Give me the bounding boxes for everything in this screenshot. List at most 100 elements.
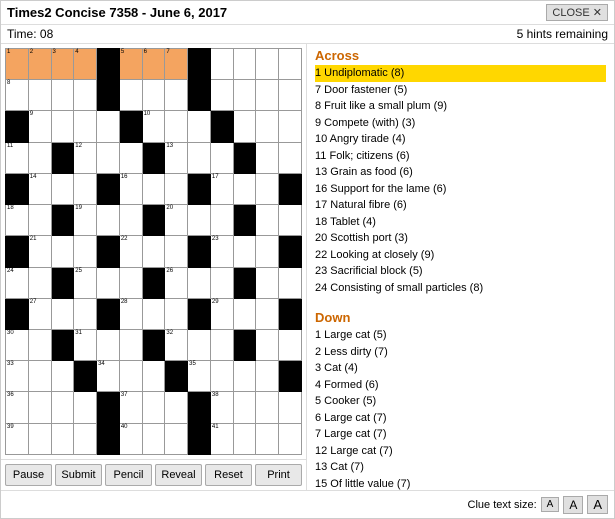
grid-cell[interactable] bbox=[97, 111, 120, 142]
grid-cell[interactable] bbox=[51, 173, 74, 204]
clue-item[interactable]: 7 Large cat (7) bbox=[315, 426, 606, 443]
grid-cell[interactable]: 12 bbox=[74, 142, 97, 173]
grid-cell[interactable]: 24 bbox=[6, 267, 29, 298]
grid-cell[interactable] bbox=[256, 392, 279, 423]
clue-item[interactable]: 13 Cat (7) bbox=[315, 459, 606, 476]
grid-cell[interactable]: 28 bbox=[119, 298, 142, 329]
grid-cell[interactable] bbox=[28, 329, 51, 360]
grid-cell[interactable] bbox=[97, 329, 120, 360]
clue-item[interactable]: 11 Folk; citizens (6) bbox=[315, 148, 606, 165]
grid-cell[interactable] bbox=[28, 392, 51, 423]
grid-cell[interactable]: 11 bbox=[6, 142, 29, 173]
grid-cell[interactable] bbox=[74, 423, 97, 454]
grid-cell[interactable]: 20 bbox=[165, 205, 188, 236]
grid-cell[interactable]: 40 bbox=[119, 423, 142, 454]
grid-cell[interactable] bbox=[142, 423, 165, 454]
clue-item[interactable]: 3 Cat (4) bbox=[315, 360, 606, 377]
clue-item[interactable]: 1 Large cat (5) bbox=[315, 327, 606, 344]
grid-cell[interactable]: 19 bbox=[74, 205, 97, 236]
grid-cell[interactable] bbox=[97, 267, 120, 298]
grid-cell[interactable] bbox=[51, 298, 74, 329]
grid-cell[interactable] bbox=[188, 267, 211, 298]
grid-cell[interactable]: 36 bbox=[6, 392, 29, 423]
grid-cell[interactable] bbox=[165, 392, 188, 423]
grid-cell[interactable]: 2 bbox=[28, 49, 51, 80]
clue-item[interactable]: 10 Angry tirade (4) bbox=[315, 131, 606, 148]
clue-item[interactable]: 13 Grain as food (6) bbox=[315, 164, 606, 181]
clue-item[interactable]: 6 Large cat (7) bbox=[315, 410, 606, 427]
grid-cell[interactable] bbox=[119, 80, 142, 111]
grid-cell[interactable] bbox=[142, 80, 165, 111]
grid-cell[interactable]: 25 bbox=[74, 267, 97, 298]
size-large-button[interactable]: A bbox=[587, 495, 608, 514]
grid-cell[interactable]: 31 bbox=[74, 329, 97, 360]
close-button[interactable]: CLOSE ✕ bbox=[546, 4, 608, 21]
grid-cell[interactable] bbox=[74, 298, 97, 329]
grid-cell[interactable] bbox=[233, 361, 256, 392]
grid-cell[interactable] bbox=[119, 329, 142, 360]
grid-cell[interactable]: 3 bbox=[51, 49, 74, 80]
clue-item[interactable]: 18 Tablet (4) bbox=[315, 214, 606, 231]
grid-cell[interactable]: 5 bbox=[119, 49, 142, 80]
grid-cell[interactable] bbox=[256, 205, 279, 236]
grid-cell[interactable]: 27 bbox=[28, 298, 51, 329]
grid-cell[interactable] bbox=[119, 361, 142, 392]
clues-panel[interactable]: Across 1 Undiplomatic (8)7 Door fastener… bbox=[306, 44, 614, 490]
grid-cell[interactable] bbox=[142, 298, 165, 329]
print-button[interactable]: Print bbox=[255, 464, 302, 486]
grid-cell[interactable] bbox=[279, 111, 302, 142]
grid-cell[interactable] bbox=[256, 298, 279, 329]
grid-cell[interactable] bbox=[51, 236, 74, 267]
clue-item[interactable]: 5 Cooker (5) bbox=[315, 393, 606, 410]
grid-cell[interactable]: 38 bbox=[210, 392, 233, 423]
grid-cell[interactable] bbox=[188, 329, 211, 360]
grid-cell[interactable]: 1 bbox=[6, 49, 29, 80]
grid-cell[interactable]: 18 bbox=[6, 205, 29, 236]
grid-cell[interactable] bbox=[233, 49, 256, 80]
grid-cell[interactable] bbox=[74, 111, 97, 142]
clue-item[interactable]: 7 Door fastener (5) bbox=[315, 82, 606, 99]
grid-cell[interactable] bbox=[210, 361, 233, 392]
grid-cell[interactable] bbox=[256, 236, 279, 267]
grid-cell[interactable] bbox=[51, 361, 74, 392]
grid-cell[interactable]: 13 bbox=[165, 142, 188, 173]
grid-cell[interactable]: 9 bbox=[28, 111, 51, 142]
clue-item[interactable]: 24 Consisting of small particles (8) bbox=[315, 280, 606, 297]
grid-cell[interactable] bbox=[51, 423, 74, 454]
pencil-button[interactable]: Pencil bbox=[105, 464, 152, 486]
grid-cell[interactable] bbox=[119, 142, 142, 173]
grid-cell[interactable] bbox=[279, 267, 302, 298]
grid-cell[interactable] bbox=[51, 111, 74, 142]
grid-cell[interactable]: 39 bbox=[6, 423, 29, 454]
grid-cell[interactable]: 32 bbox=[165, 329, 188, 360]
clue-item[interactable]: 16 Support for the lame (6) bbox=[315, 181, 606, 198]
grid-cell[interactable]: 35 bbox=[188, 361, 211, 392]
grid-cell[interactable]: 8 bbox=[6, 80, 29, 111]
clue-item[interactable]: 22 Looking at closely (9) bbox=[315, 247, 606, 264]
grid-cell[interactable] bbox=[28, 142, 51, 173]
grid-cell[interactable] bbox=[142, 392, 165, 423]
grid-cell[interactable] bbox=[142, 361, 165, 392]
grid-cell[interactable]: 41 bbox=[210, 423, 233, 454]
grid-cell[interactable] bbox=[165, 80, 188, 111]
grid-cell[interactable] bbox=[165, 173, 188, 204]
grid-cell[interactable]: 34 bbox=[97, 361, 120, 392]
grid-cell[interactable] bbox=[165, 423, 188, 454]
grid-cell[interactable] bbox=[210, 267, 233, 298]
grid-cell[interactable] bbox=[97, 205, 120, 236]
grid-cell[interactable] bbox=[188, 205, 211, 236]
grid-cell[interactable]: 30 bbox=[6, 329, 29, 360]
reset-button[interactable]: Reset bbox=[205, 464, 252, 486]
grid-cell[interactable] bbox=[28, 80, 51, 111]
clue-item[interactable]: 4 Formed (6) bbox=[315, 377, 606, 394]
grid-cell[interactable] bbox=[233, 111, 256, 142]
grid-cell[interactable]: 26 bbox=[165, 267, 188, 298]
clue-item[interactable]: 12 Large cat (7) bbox=[315, 443, 606, 460]
clue-item[interactable]: 17 Natural fibre (6) bbox=[315, 197, 606, 214]
grid-cell[interactable] bbox=[28, 361, 51, 392]
grid-cell[interactable]: 14 bbox=[28, 173, 51, 204]
submit-button[interactable]: Submit bbox=[55, 464, 102, 486]
grid-cell[interactable] bbox=[165, 236, 188, 267]
grid-cell[interactable] bbox=[256, 142, 279, 173]
grid-cell[interactable]: 21 bbox=[28, 236, 51, 267]
